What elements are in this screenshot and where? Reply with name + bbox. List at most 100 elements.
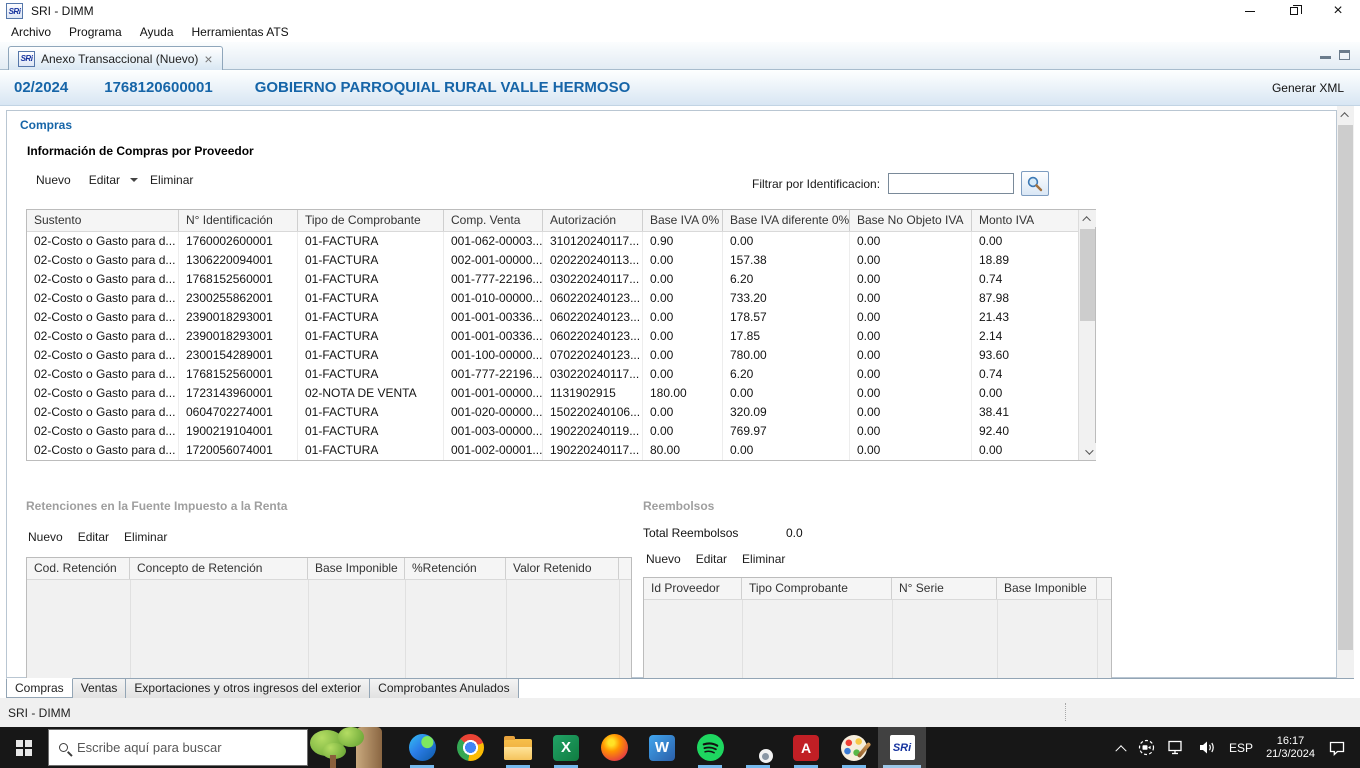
cell: 01-FACTURA <box>298 346 444 365</box>
column-header[interactable]: Cod. Retención <box>27 558 130 579</box>
scroll-thumb[interactable] <box>1338 125 1353 650</box>
editar-dropdown-icon[interactable] <box>130 178 139 182</box>
menu-item[interactable]: Archivo <box>2 23 60 41</box>
cell: 0.74 <box>979 367 1003 381</box>
taskbar-sri-dimm-icon[interactable]: SRi <box>878 727 926 768</box>
column-header[interactable]: Base IVA diferente 0% <box>723 210 850 231</box>
meet-now-icon[interactable] <box>1138 739 1155 756</box>
taskbar-search[interactable] <box>48 729 308 766</box>
taskbar-firefox-icon[interactable] <box>590 727 638 768</box>
notification-center-icon[interactable] <box>1328 740 1346 756</box>
table-row[interactable]: 02-Costo o Gasto para d... 2390018293001… <box>27 327 1080 346</box>
column-header[interactable]: N° Serie <box>892 578 997 599</box>
taskbar-clock[interactable]: 16:17 21/3/2024 <box>1266 735 1315 761</box>
nuevo-button[interactable]: Nuevo <box>36 173 71 187</box>
cell: 310120240117... <box>543 232 643 251</box>
filter-search-button[interactable] <box>1021 171 1050 196</box>
start-button[interactable] <box>0 727 48 768</box>
bottom-tab[interactable]: Comprobantes Anulados <box>370 679 519 699</box>
cell: 070220240123... <box>543 346 643 365</box>
table-row[interactable]: 02-Costo o Gasto para d... 1900219104001… <box>27 422 1080 441</box>
tab-close-icon[interactable]: × <box>204 52 212 66</box>
column-header[interactable]: Comp. Venta <box>444 210 543 231</box>
column-header[interactable]: Sustento <box>27 210 179 231</box>
bottom-tab[interactable]: Compras <box>6 678 73 698</box>
table-row[interactable]: 02-Costo o Gasto para d... 1723143960001… <box>27 384 1080 403</box>
scroll-up-icon[interactable] <box>1079 210 1096 227</box>
language-indicator[interactable]: ESP <box>1229 741 1253 755</box>
column-header[interactable]: Base IVA 0% <box>643 210 723 231</box>
column-header[interactable]: Id Proveedor <box>644 578 742 599</box>
cell: 001-062-00003... <box>444 232 543 251</box>
nuevo-button[interactable]: Nuevo <box>28 530 63 544</box>
column-header[interactable]: Valor Retenido <box>506 558 619 579</box>
tab-anexo-transaccional[interactable]: SRi Anexo Transaccional (Nuevo) × <box>8 46 223 70</box>
table-row[interactable]: 02-Costo o Gasto para d... 2300154289001… <box>27 346 1080 365</box>
eliminar-button[interactable]: Eliminar <box>150 173 193 187</box>
scroll-thumb[interactable] <box>1080 229 1095 321</box>
cell: 92.40 <box>979 424 1010 438</box>
cell: 02-Costo o Gasto para d... <box>27 422 179 441</box>
tray-chevron-up-icon[interactable] <box>1115 744 1127 756</box>
editar-button[interactable]: Editar <box>89 173 120 187</box>
taskbar-acrobat-icon[interactable]: A <box>782 727 830 768</box>
cell: 0.74 <box>979 272 1003 286</box>
taskbar-chrome-app-icon[interactable] <box>734 727 782 768</box>
taskbar-chrome-icon[interactable] <box>446 727 494 768</box>
column-header[interactable]: Base Imponible <box>997 578 1097 599</box>
editar-button[interactable]: Editar <box>78 530 109 544</box>
view-maximize-icon[interactable] <box>1339 50 1350 60</box>
taskbar-spotify-icon[interactable] <box>686 727 734 768</box>
column-header[interactable]: N° Identificación <box>179 210 298 231</box>
scroll-down-icon[interactable] <box>1079 443 1096 460</box>
column-header[interactable]: Base No Objeto IVA <box>850 210 972 231</box>
table-scrollbar[interactable] <box>1078 210 1096 460</box>
speaker-icon[interactable] <box>1199 740 1216 755</box>
column-header[interactable]: Monto IVA <box>972 210 1080 231</box>
eliminar-button[interactable]: Eliminar <box>742 552 785 566</box>
table-row[interactable]: 02-Costo o Gasto para d... 1720056074001… <box>27 441 1080 460</box>
cell: 17.85 <box>723 327 850 346</box>
table-row[interactable]: 02-Costo o Gasto para d... 1306220094001… <box>27 251 1080 270</box>
close-button[interactable]: × <box>1316 0 1360 22</box>
search-highlight-icon[interactable] <box>308 727 398 768</box>
bottom-tab[interactable]: Ventas <box>72 679 127 699</box>
table-row[interactable]: 02-Costo o Gasto para d... 1768152560001… <box>27 270 1080 289</box>
column-header[interactable]: Tipo Comprobante <box>742 578 892 599</box>
taskbar-excel-icon[interactable]: X <box>542 727 590 768</box>
taskbar-file-explorer-icon[interactable] <box>494 727 542 768</box>
view-minimize-icon[interactable] <box>1320 50 1331 59</box>
editar-button[interactable]: Editar <box>696 552 727 566</box>
menu-item[interactable]: Herramientas ATS <box>183 23 298 41</box>
restore-button[interactable] <box>1272 0 1316 22</box>
nuevo-button[interactable]: Nuevo <box>646 552 681 566</box>
status-divider <box>1065 703 1066 721</box>
column-header[interactable]: Tipo de Comprobante <box>298 210 444 231</box>
taskbar-word-icon[interactable]: W <box>638 727 686 768</box>
menu-item[interactable]: Ayuda <box>131 23 183 41</box>
column-header[interactable]: Concepto de Retención <box>130 558 308 579</box>
filter-input[interactable] <box>888 173 1015 194</box>
table-row[interactable]: 02-Costo o Gasto para d... 1768152560001… <box>27 365 1080 384</box>
generar-xml-button[interactable]: Generar XML <box>1272 81 1344 95</box>
table-row[interactable]: 02-Costo o Gasto para d... 0604702274001… <box>27 403 1080 422</box>
network-icon[interactable] <box>1168 740 1186 755</box>
taskbar-paint-icon[interactable] <box>830 727 878 768</box>
minimize-button[interactable] <box>1228 0 1272 22</box>
table-row[interactable]: 02-Costo o Gasto para d... 1760002600001… <box>27 232 1080 251</box>
column-header[interactable]: Autorización <box>543 210 643 231</box>
cell: 002-001-00000... <box>444 251 543 270</box>
menu-item[interactable]: Programa <box>60 23 131 41</box>
bottom-tab[interactable]: Exportaciones y otros ingresos del exter… <box>126 679 371 699</box>
taskbar-search-input[interactable] <box>77 740 277 755</box>
scroll-up-icon[interactable] <box>1337 106 1354 123</box>
page-scrollbar[interactable] <box>1337 106 1354 698</box>
column-header[interactable]: %Retención <box>405 558 506 579</box>
table-row[interactable]: 02-Costo o Gasto para d... 2300255862001… <box>27 289 1080 308</box>
column-header[interactable]: Base Imponible <box>308 558 405 579</box>
menu-bar: Archivo Programa Ayuda Herramientas ATS <box>0 22 1360 42</box>
table-row[interactable]: 02-Costo o Gasto para d... 2390018293001… <box>27 308 1080 327</box>
eliminar-button[interactable]: Eliminar <box>124 530 167 544</box>
total-reembolsos-value: 0.0 <box>786 526 803 540</box>
taskbar-edge-icon[interactable] <box>398 727 446 768</box>
